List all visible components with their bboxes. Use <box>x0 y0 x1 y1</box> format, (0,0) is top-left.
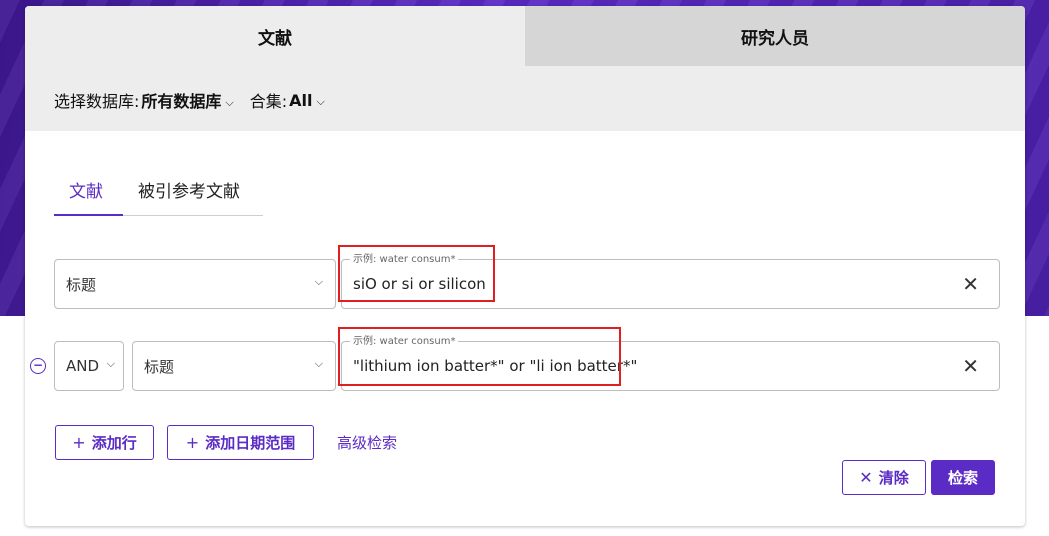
plus-icon: + <box>72 433 86 452</box>
chevron-down-icon: ⌵ <box>106 357 115 370</box>
plus-icon: + <box>185 433 200 452</box>
add-date-range-label: 添加日期范围 <box>205 434 296 452</box>
tab-documents-label: 文献 <box>258 28 292 49</box>
remove-row-icon[interactable]: − <box>30 358 46 374</box>
collection-value: All <box>289 90 313 110</box>
chevron-down-icon: ⌵ <box>316 94 325 108</box>
field-select-value: 标题 <box>66 275 97 294</box>
search-input-row1[interactable]: 示例: water consum* siO or si or silicon ✕ <box>341 254 1000 309</box>
active-tab-underline <box>54 214 123 216</box>
database-value: 所有数据库 <box>141 92 222 111</box>
input-value: "lithium ion batter*" or "li ion batter*… <box>353 357 638 375</box>
search-label: 检索 <box>947 469 978 487</box>
advanced-search-link[interactable]: 高级检索 <box>337 432 397 453</box>
input-legend: 示例: water consum* <box>350 336 459 348</box>
subtab-documents[interactable]: 文献 <box>69 177 103 202</box>
input-value: siO or si or silicon <box>353 275 486 293</box>
add-row-label: 添加行 <box>91 434 137 452</box>
add-row-button[interactable]: + 添加行 <box>55 425 154 460</box>
clear-button[interactable]: ✕ 清除 <box>842 460 926 495</box>
chevron-down-icon: ⌵ <box>314 357 323 370</box>
database-dropdown[interactable]: 所有数据库 ⌵ <box>139 88 249 112</box>
field-select-row1[interactable]: 标题 ⌵ <box>54 259 336 309</box>
search-input-row2[interactable]: 示例: water consum* "lithium ion batter*" … <box>341 336 1000 391</box>
field-select-value: 标题 <box>144 357 175 376</box>
input-legend: 示例: water consum* <box>350 254 459 266</box>
operator-select[interactable]: AND ⌵ <box>54 341 124 391</box>
close-icon: ✕ <box>859 468 873 487</box>
clear-label: 清除 <box>878 469 909 487</box>
search-button[interactable]: 检索 <box>931 460 995 495</box>
collection-label: 合集: <box>249 92 288 111</box>
tab-documents[interactable]: 文献 <box>25 6 525 66</box>
search-card: 文献 研究人员 选择数据库: 所有数据库 ⌵ 合集: All ⌵ 文献 被引参考文献… <box>25 6 1025 526</box>
database-bar: 选择数据库: 所有数据库 ⌵ 合集: All ⌵ <box>25 66 1025 131</box>
chevron-down-icon: ⌵ <box>225 96 234 109</box>
close-icon[interactable]: ✕ <box>962 354 979 378</box>
database-label: 选择数据库: <box>54 92 140 111</box>
collection-dropdown[interactable]: All ⌵ <box>287 91 341 110</box>
subtab-cited-references[interactable]: 被引参考文献 <box>138 177 240 202</box>
field-select-row2[interactable]: 标题 ⌵ <box>132 341 336 391</box>
operator-value: AND <box>66 357 100 375</box>
chevron-down-icon: ⌵ <box>314 275 323 288</box>
tab-researchers[interactable]: 研究人员 <box>525 6 1025 66</box>
add-date-range-button[interactable]: + 添加日期范围 <box>167 425 314 460</box>
sub-tabs: 文献 被引参考文献 <box>54 171 263 216</box>
close-icon[interactable]: ✕ <box>962 272 979 296</box>
tab-researchers-label: 研究人员 <box>741 28 809 49</box>
